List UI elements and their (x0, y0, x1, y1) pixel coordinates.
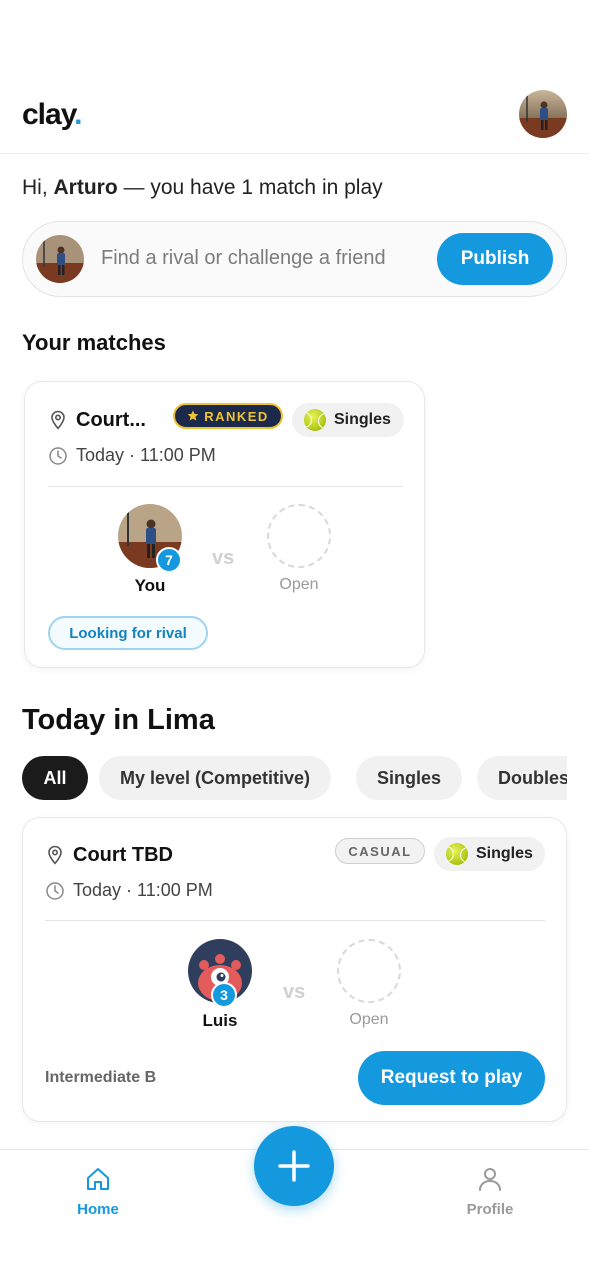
player-name: Luis (202, 1011, 238, 1030)
clock-icon (46, 882, 64, 900)
player-open-slot[interactable]: Open (263, 504, 335, 594)
match-type-pill: Singles (292, 403, 404, 437)
open-label: Open (349, 1011, 389, 1028)
level-badge: 3 (211, 982, 237, 1008)
casual-badge: CASUAL (335, 838, 425, 864)
tab-profile[interactable]: Profile (445, 1166, 535, 1218)
vs-label: vs (283, 981, 306, 1003)
publish-button[interactable]: Publish (437, 233, 553, 285)
match-location: Court... (76, 409, 146, 431)
ranked-badge: RANKED (173, 403, 283, 429)
match-time: Today · 11:00 PM (76, 445, 216, 465)
user-avatar[interactable] (519, 90, 567, 138)
your-matches-title: Your matches (22, 330, 166, 355)
player-luis: 3 Luis (184, 939, 256, 1031)
card-divider (45, 920, 545, 921)
player-you: 7 You (114, 504, 186, 596)
match-type-pill: Singles (434, 837, 545, 871)
plus-icon (278, 1150, 310, 1182)
request-to-play-button[interactable]: Request to play (358, 1051, 545, 1105)
open-label: Open (279, 576, 319, 593)
filter-chip-doubles[interactable]: Doubles (477, 756, 567, 800)
clock-icon (49, 447, 67, 465)
composer-input[interactable]: Find a rival or challenge a friend (101, 247, 386, 270)
tab-home[interactable]: Home (53, 1166, 143, 1218)
filter-chips: All My level (Competitive) Singles Doubl… (22, 756, 567, 800)
card-divider (48, 486, 403, 487)
level-badge: 7 (156, 547, 182, 573)
skill-level-text: Intermediate B (45, 1069, 157, 1086)
open-match-card[interactable]: Court TBD CASUAL Singles Today · 11:00 P… (22, 817, 567, 1122)
match-composer[interactable]: Find a rival or challenge a friend Publi… (22, 221, 567, 297)
open-slot-circle[interactable] (337, 939, 401, 1003)
looking-for-rival-badge: Looking for rival (48, 616, 208, 650)
create-match-fab[interactable] (254, 1126, 334, 1206)
greeting-text: Hi, Arturo — you have 1 match in play (22, 176, 383, 199)
filter-chip-all[interactable]: All (22, 756, 88, 800)
star-icon (187, 410, 199, 421)
today-title: Today in Lima (22, 704, 215, 736)
tennis-ball-icon (304, 409, 326, 431)
my-match-card[interactable]: Court... RANKED Singles Today · 11:00 PM… (24, 381, 425, 668)
app-header: clay. (0, 88, 589, 154)
filter-chip-my-level[interactable]: My level (Competitive) (99, 756, 332, 800)
open-slot-circle[interactable] (267, 504, 331, 568)
match-time: Today · 11:00 PM (73, 880, 213, 900)
app-logo: clay. (22, 98, 83, 131)
match-location: Court TBD (73, 844, 173, 866)
location-pin-icon (51, 410, 65, 430)
profile-icon (479, 1168, 501, 1191)
composer-avatar (36, 235, 84, 283)
tennis-ball-icon (446, 843, 468, 865)
vs-label: vs (212, 547, 235, 569)
filter-chip-singles[interactable]: Singles (356, 756, 463, 800)
home-icon (87, 1168, 109, 1190)
player-open-slot[interactable]: Open (333, 939, 405, 1029)
location-pin-icon (48, 845, 62, 865)
player-name: You (134, 576, 166, 595)
